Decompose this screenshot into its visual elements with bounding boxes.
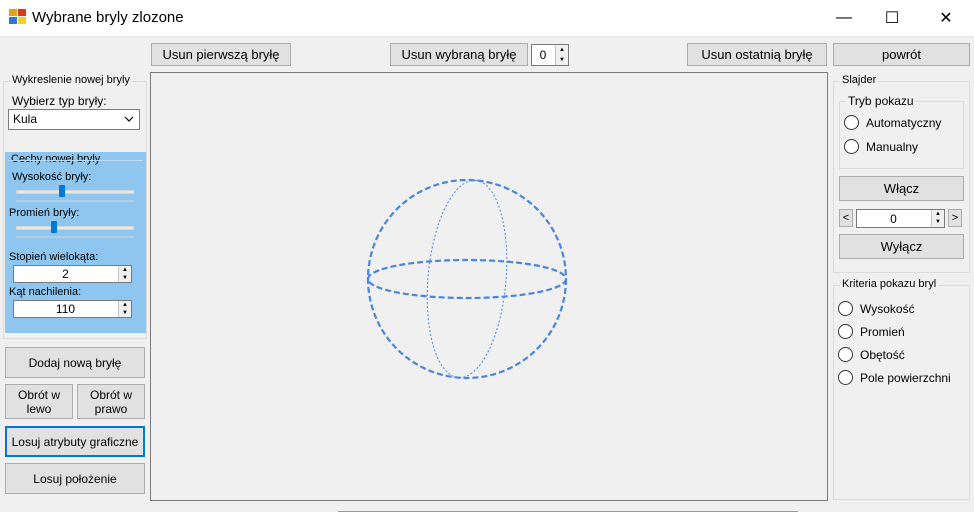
prev-button[interactable]: < bbox=[839, 209, 853, 227]
window-title: Wybrane bryly zlozone bbox=[32, 9, 184, 26]
new-solid-group-title: Wykreslenie nowej bryly bbox=[10, 74, 132, 86]
mode-auto-radio[interactable]: Automatyczny bbox=[844, 115, 941, 130]
spin-down-icon[interactable]: ▼ bbox=[932, 218, 944, 226]
radio-circle-icon bbox=[844, 115, 859, 130]
sphere-equator bbox=[366, 258, 568, 300]
disable-button[interactable]: Wyłącz bbox=[839, 234, 964, 259]
radio-circle-icon bbox=[838, 370, 853, 385]
radio-circle-icon bbox=[844, 139, 859, 154]
radio-circle-icon bbox=[838, 347, 853, 362]
height-label: Wysokość bryły: bbox=[12, 171, 92, 183]
app-icon bbox=[9, 9, 27, 25]
polygon-label: Stopień wielokąta: bbox=[9, 251, 99, 263]
spin-down-icon[interactable]: ▼ bbox=[556, 55, 568, 65]
features-panel: Cechy nowej bryly Wysokość bryły: Promie… bbox=[5, 152, 146, 333]
remove-first-button[interactable]: Usun pierwszą bryłę bbox=[151, 43, 291, 66]
criteria-radius-radio[interactable]: Promień bbox=[838, 324, 905, 339]
radius-slider-thumb[interactable] bbox=[50, 221, 57, 233]
tilt-spinner[interactable]: 110 ▲ ▼ bbox=[13, 300, 132, 318]
close-button[interactable]: ✕ bbox=[921, 0, 971, 36]
mode-manual-radio[interactable]: Manualny bbox=[844, 139, 918, 154]
client-area: Usun pierwszą bryłę Usun wybraną bryłę 0… bbox=[0, 36, 974, 512]
spin-up-icon[interactable]: ▲ bbox=[119, 266, 131, 274]
selected-index-spinner[interactable]: 0 ▲ ▼ bbox=[531, 44, 569, 66]
mode-manual-label: Manualny bbox=[866, 139, 919, 154]
sphere-meridian bbox=[426, 179, 508, 379]
chevron-down-icon bbox=[124, 116, 134, 122]
criteria-volume-label: Obętość bbox=[860, 347, 905, 362]
slide-index-spinner[interactable]: 0 ▲ ▼ bbox=[856, 209, 945, 228]
criteria-surface-label: Pole powierzchni bbox=[860, 370, 951, 385]
mode-auto-label: Automatyczny bbox=[866, 115, 942, 130]
tilt-value: 110 bbox=[55, 302, 76, 316]
polygon-value: 2 bbox=[62, 267, 69, 281]
rotate-right-button[interactable]: Obrót w prawo bbox=[77, 384, 145, 419]
solid-type-combo[interactable]: Kula bbox=[8, 109, 140, 130]
choose-type-label: Wybierz typ bryły: bbox=[12, 94, 107, 108]
spin-up-icon[interactable]: ▲ bbox=[119, 301, 131, 309]
radio-circle-icon bbox=[838, 324, 853, 339]
height-slider-thumb[interactable] bbox=[58, 185, 65, 197]
criteria-radius-label: Promień bbox=[860, 324, 905, 339]
radio-circle-icon bbox=[838, 301, 853, 316]
criteria-height-radio[interactable]: Wysokość bbox=[838, 301, 915, 316]
spin-up-icon[interactable]: ▲ bbox=[556, 45, 568, 55]
spin-down-icon[interactable]: ▼ bbox=[119, 274, 131, 282]
maximize-button[interactable]: ☐ bbox=[867, 0, 917, 36]
title-bar: Wybrane bryly zlozone — ☐ ✕ bbox=[0, 0, 974, 36]
remove-selected-button[interactable]: Usun wybraną bryłę bbox=[390, 43, 528, 66]
enable-button[interactable]: Włącz bbox=[839, 176, 964, 201]
mode-group-title: Tryb pokazu bbox=[846, 94, 916, 108]
criteria-volume-radio[interactable]: Obętość bbox=[838, 347, 905, 362]
minimize-button[interactable]: — bbox=[819, 0, 869, 36]
remove-last-button[interactable]: Usun ostatnią bryłę bbox=[687, 43, 827, 66]
radius-slider-track[interactable] bbox=[16, 226, 134, 230]
slider-group-title: Slajder bbox=[840, 74, 879, 86]
slide-index-value: 0 bbox=[890, 212, 897, 226]
back-button[interactable]: powrót bbox=[833, 43, 970, 66]
mode-group: Tryb pokazu bbox=[839, 94, 964, 169]
next-button[interactable]: > bbox=[948, 209, 962, 227]
radius-label: Promień bryły: bbox=[9, 207, 80, 219]
sphere-drawing bbox=[366, 178, 568, 380]
criteria-height-label: Wysokość bbox=[860, 301, 915, 316]
height-slider-track[interactable] bbox=[16, 190, 134, 194]
drawing-canvas[interactable] bbox=[150, 72, 828, 501]
tilt-label: Kąt nachilenia: bbox=[9, 286, 82, 298]
spin-up-icon[interactable]: ▲ bbox=[932, 210, 944, 218]
spin-down-icon[interactable]: ▼ bbox=[119, 309, 131, 317]
criteria-group-title: Kriteria pokazu bryl bbox=[840, 278, 939, 290]
random-position-button[interactable]: Losuj położenie bbox=[5, 463, 145, 494]
polygon-spinner[interactable]: 2 ▲ ▼ bbox=[13, 265, 132, 283]
solid-type-value: Kula bbox=[13, 112, 38, 126]
rotate-left-button[interactable]: Obrót w lewo bbox=[5, 384, 73, 419]
add-solid-button[interactable]: Dodaj nową bryłę bbox=[5, 347, 145, 378]
criteria-surface-radio[interactable]: Pole powierzchni bbox=[838, 370, 951, 385]
selected-index-value: 0 bbox=[539, 48, 547, 62]
criteria-group: Kriteria pokazu bryl bbox=[833, 278, 970, 500]
features-group-title: Cechy nowej bryly bbox=[11, 153, 101, 165]
sphere-outline bbox=[366, 178, 568, 380]
random-attributes-button[interactable]: Losuj atrybuty graficzne bbox=[5, 426, 145, 457]
